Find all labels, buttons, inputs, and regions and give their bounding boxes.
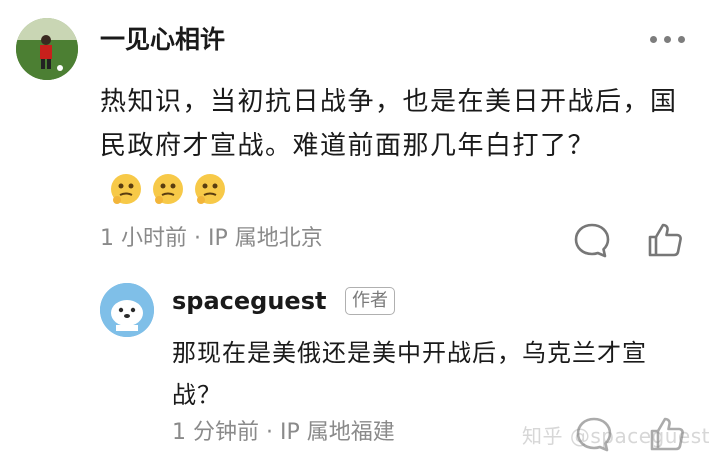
more-options-icon[interactable] — [650, 31, 692, 47]
main-comment-text: 热知识，当初抗日战争，也是在美日开战后，国民政府才宣战。难道前面那几年白打了？ — [100, 80, 700, 212]
emoji-group — [108, 171, 228, 207]
avatar-reply-author[interactable] — [100, 283, 154, 337]
like-thumb-icon[interactable] — [645, 220, 685, 260]
reply-comment-text: 那现在是美俄还是美中开战后，乌克兰才宣战？ — [172, 339, 647, 409]
thinking-emoji-icon — [195, 174, 225, 204]
reply-comment-meta: 1 分钟前 · IP 属地福建 — [172, 420, 395, 445]
like-thumb-icon[interactable] — [647, 414, 687, 454]
main-commenter-username[interactable]: 一见心相许 — [100, 22, 225, 58]
thinking-emoji-icon — [111, 174, 141, 204]
reply-bubble-icon[interactable] — [574, 414, 614, 454]
thinking-emoji-icon — [153, 174, 183, 204]
reply-author-username[interactable]: spaceguest — [172, 284, 326, 318]
reply-bubble-icon[interactable] — [572, 220, 612, 260]
author-badge: 作者 — [345, 287, 395, 315]
avatar-main-commenter[interactable] — [16, 18, 78, 80]
main-comment-body: 热知识，当初抗日战争，也是在美日开战后，国民政府才宣战。难道前面那几年白打了？ — [100, 87, 678, 161]
main-comment-meta: 1 小时前 · IP 属地北京 — [100, 226, 323, 251]
comment-page: 一见心相许 热知识，当初抗日战争，也是在美日开战后，国民政府才宣战。难道前面那几… — [0, 0, 720, 469]
